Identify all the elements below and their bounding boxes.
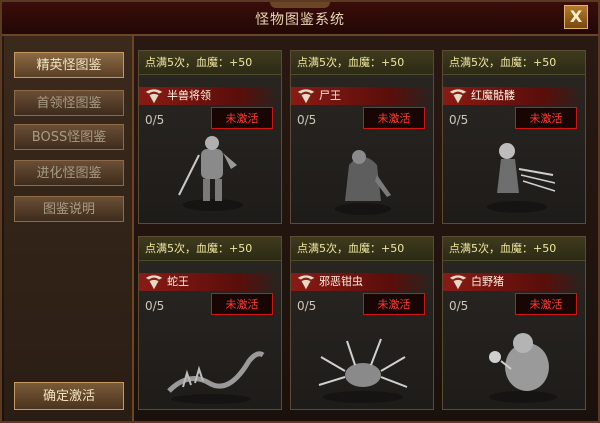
progress-count: 0/5 (449, 113, 469, 127)
corpse-king-icon (335, 150, 391, 215)
status-badge: 未激活 (363, 107, 425, 129)
progress-count: 0/5 (145, 113, 165, 127)
tab-elite-monsters[interactable]: 精英怪图鉴 (14, 52, 124, 78)
bonus-text: 点满5次，血魔：+50 (139, 51, 281, 75)
bonus-text: 点满5次，血魔：+50 (139, 237, 281, 261)
wing-emblem-icon (296, 274, 316, 291)
progress-count: 0/5 (449, 299, 469, 313)
title-bar: 怪物图鉴系统 X (2, 2, 598, 36)
bonus-text: 点满5次，血魔：+50 (443, 237, 585, 261)
half-orc-general-icon (178, 136, 243, 211)
status-badge: 未激活 (211, 293, 273, 315)
progress-count: 0/5 (297, 113, 317, 127)
monster-name: 尸王 (319, 89, 341, 102)
monster-card[interactable]: 点满5次，血魔：+50 邪恶钳虫 0/5 未激活 (290, 236, 434, 410)
evil-pincer-bug-icon (318, 338, 408, 403)
wing-emblem-icon (296, 88, 316, 105)
wing-emblem-icon (448, 88, 468, 105)
monster-name: 半兽将领 (167, 89, 211, 102)
tab-boss-monsters[interactable]: BOSS怪图鉴 (14, 124, 124, 150)
close-button[interactable]: X (564, 5, 588, 29)
tab-evolved-monsters[interactable]: 进化怪图鉴 (14, 160, 124, 186)
monster-card-grid: 点满5次，血魔：+50 半兽将领 0/5 未激活 点满5次，血魔：+50 尸王 … (138, 50, 590, 420)
bonus-text: 点满5次，血魔：+50 (291, 51, 433, 75)
tab-leader-monsters[interactable]: 首领怪图鉴 (14, 90, 124, 116)
monster-name: 蛇王 (167, 275, 189, 288)
monster-codex-window: 怪物图鉴系统 X 精英怪图鉴 首领怪图鉴 BOSS怪图鉴 进化怪图鉴 图鉴说明 … (0, 0, 600, 423)
confirm-activate-button[interactable]: 确定激活 (14, 382, 124, 410)
monster-card[interactable]: 点满5次，血魔：+50 蛇王 0/5 未激活 (138, 236, 282, 410)
snake-king-icon (167, 351, 265, 404)
red-skeleton-icon (487, 143, 556, 213)
wing-emblem-icon (144, 274, 164, 291)
status-badge: 未激活 (211, 107, 273, 129)
tab-codex-help[interactable]: 图鉴说明 (14, 196, 124, 222)
monster-card[interactable]: 点满5次，血魔：+50 尸王 0/5 未激活 (290, 50, 434, 224)
status-badge: 未激活 (363, 293, 425, 315)
monster-card[interactable]: 点满5次，血魔：+50 半兽将领 0/5 未激活 (138, 50, 282, 224)
white-boar-icon (489, 333, 557, 403)
wing-emblem-icon (144, 88, 164, 105)
monster-card[interactable]: 点满5次，血魔：+50 红魔骷髅 0/5 未激活 (442, 50, 586, 224)
bonus-text: 点满5次，血魔：+50 (443, 51, 585, 75)
progress-count: 0/5 (297, 299, 317, 313)
bonus-text: 点满5次，血魔：+50 (291, 237, 433, 261)
monster-card[interactable]: 点满5次，血魔：+50 白野猪 0/5 未激活 (442, 236, 586, 410)
title-ornament (270, 2, 330, 8)
monster-name: 白野猪 (471, 275, 504, 288)
progress-count: 0/5 (145, 299, 165, 313)
monster-name: 红魔骷髅 (471, 89, 515, 102)
monster-name: 邪恶钳虫 (319, 275, 363, 288)
category-sidebar: 精英怪图鉴 首领怪图鉴 BOSS怪图鉴 进化怪图鉴 图鉴说明 确定激活 (4, 36, 134, 421)
status-badge: 未激活 (515, 107, 577, 129)
wing-emblem-icon (448, 274, 468, 291)
window-title: 怪物图鉴系统 (255, 12, 345, 28)
status-badge: 未激活 (515, 293, 577, 315)
